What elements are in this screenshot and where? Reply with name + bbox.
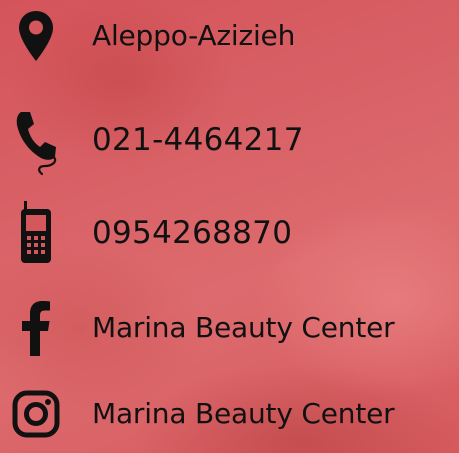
landline-number: 021-4464217 — [92, 122, 304, 158]
instagram-row: Marina Beauty Center — [0, 384, 459, 444]
telephone-handset-icon — [8, 108, 64, 178]
landline-row: 021-4464217 — [0, 110, 459, 176]
address-text: Aleppo-Azizieh — [92, 19, 296, 52]
instagram-account-name: Marina Beauty Center — [92, 397, 395, 430]
facebook-row: Marina Beauty Center — [0, 298, 459, 358]
mobile-row: 0954268870 — [0, 201, 459, 263]
location-pin-icon — [8, 6, 64, 66]
address-row: Aleppo-Azizieh — [0, 6, 459, 66]
facebook-page-name: Marina Beauty Center — [92, 311, 395, 344]
mobile-phone-icon — [8, 201, 64, 263]
mobile-number: 0954268870 — [92, 215, 293, 251]
facebook-icon — [8, 298, 64, 358]
instagram-icon — [8, 384, 64, 444]
